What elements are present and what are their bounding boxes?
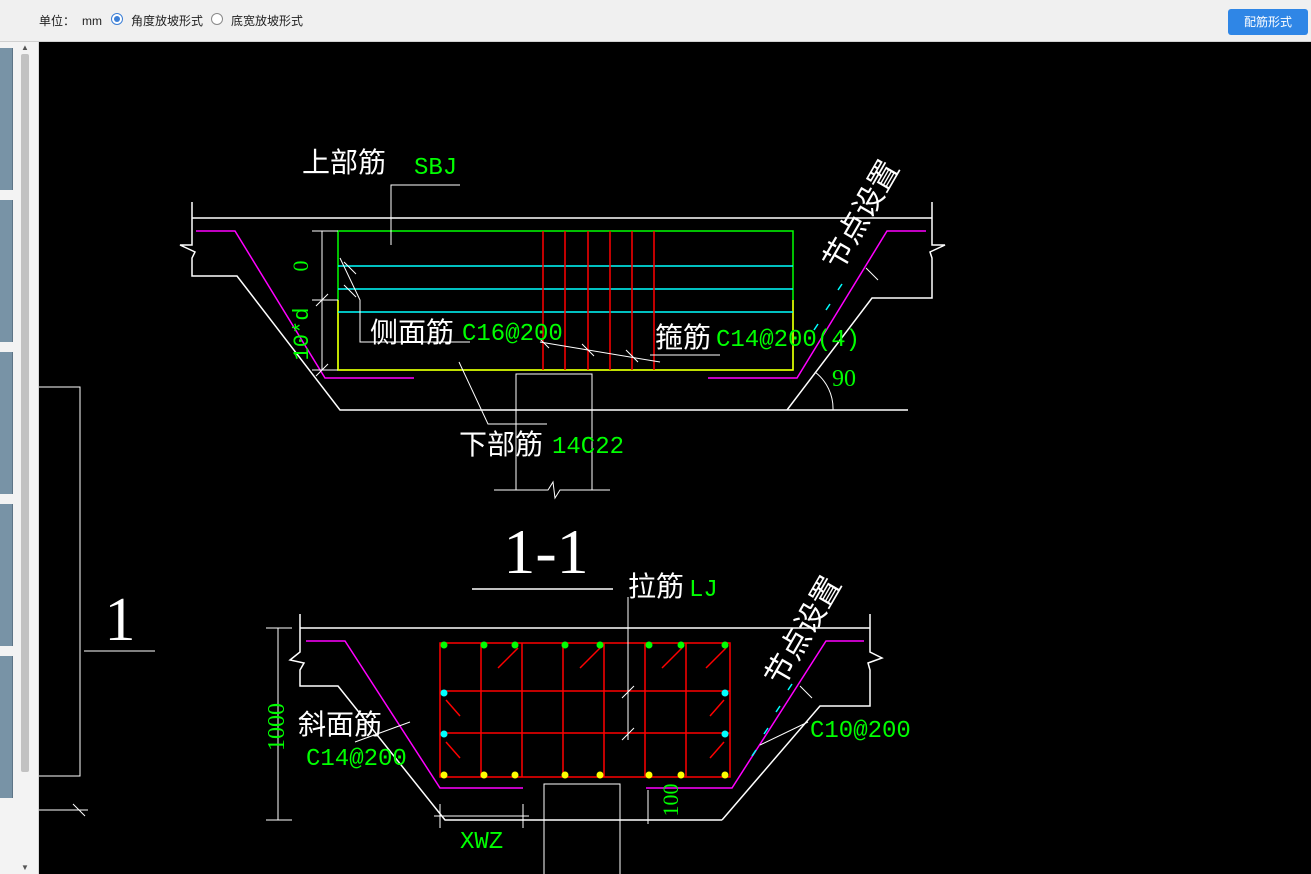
radio-width-slope[interactable]	[211, 13, 223, 25]
toolbar: 单位： mm 角度放坡形式 底宽放坡形式 配筋形式	[0, 0, 1311, 42]
stirrup-label[interactable]: 箍筋	[655, 322, 711, 354]
cad-drawing: 上部筋 SBJ 0 10*d 侧面筋 C16@200 箍筋 C14@200(4)…	[39, 147, 946, 874]
side-bar-label[interactable]: 侧面筋	[370, 317, 454, 349]
tie-label[interactable]: 拉筋	[628, 571, 684, 603]
angle-value[interactable]: 90	[832, 366, 856, 392]
left-mark-number: 1	[105, 586, 136, 654]
radio-angle-slope-label[interactable]: 角度放坡形式	[131, 14, 203, 28]
config-form-button[interactable]: 配筋形式	[1228, 9, 1308, 35]
stirrup-spec[interactable]: C14@200(4)	[716, 327, 860, 354]
right-bar-spec[interactable]: C10@200	[810, 718, 911, 745]
xwz-label[interactable]: XWZ	[460, 829, 503, 856]
thumbnail-item[interactable]	[0, 48, 13, 190]
thumbnail-item[interactable]	[0, 352, 13, 494]
dim-10d[interactable]: 10*d	[290, 308, 315, 361]
left-mark-frame	[39, 386, 155, 817]
slope-bar-spec[interactable]: C14@200	[306, 746, 407, 773]
node-setting-label-2[interactable]: 节点设置	[759, 571, 848, 691]
unit-value: mm	[82, 14, 102, 28]
scroll-up-icon[interactable]: ▲	[19, 42, 31, 54]
vertical-scrollbar[interactable]: ▲ ▼	[19, 42, 31, 874]
thumbnail-panel: ▲ ▼	[0, 42, 39, 874]
dim-height[interactable]: 1000	[264, 703, 290, 751]
thumbnail-item[interactable]	[0, 200, 13, 342]
node-setting-label-1[interactable]: 节点设置	[817, 155, 906, 275]
top-bar-label[interactable]: 上部筋	[302, 147, 386, 179]
unit-label: 单位：	[39, 14, 76, 28]
section-title: 1-1	[503, 516, 588, 587]
radio-angle-slope[interactable]	[111, 13, 123, 25]
bottom-bar-label[interactable]: 下部筋	[459, 429, 543, 461]
top-bar-code[interactable]: SBJ	[414, 155, 457, 182]
slope-bar-label[interactable]: 斜面筋	[298, 709, 382, 741]
side-bar-spec[interactable]: C16@200	[462, 321, 563, 348]
cad-drawing-canvas[interactable]: 上部筋 SBJ 0 10*d 侧面筋 C16@200 箍筋 C14@200(4)…	[39, 42, 1311, 874]
radio-width-slope-label[interactable]: 底宽放坡形式	[231, 14, 303, 28]
bottom-bar-spec[interactable]: 14C22	[552, 434, 624, 461]
tie-code[interactable]: LJ	[689, 577, 718, 604]
thumbnail-item[interactable]	[0, 504, 13, 646]
scroll-down-icon[interactable]: ▼	[19, 862, 31, 874]
scrollbar-thumb[interactable]	[21, 54, 29, 772]
dim-zero[interactable]: 0	[288, 261, 313, 272]
thumbnail-item[interactable]	[0, 656, 13, 798]
dim-100[interactable]: 100	[658, 784, 683, 817]
